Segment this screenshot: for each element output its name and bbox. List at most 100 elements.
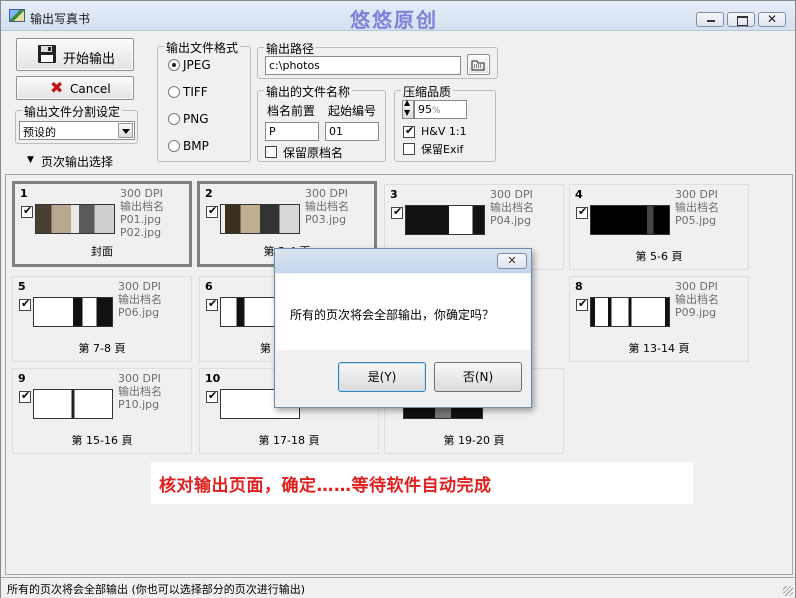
split-group: 输出文件分割设定 预设的 [15, 103, 138, 144]
page-card-1[interactable]: 1 300 DPI 输出档名 P01.jpg P02.jpg 封面 [12, 181, 192, 267]
triangle-down-icon: ▼ [27, 155, 34, 165]
page-file: P03.jpg [305, 213, 347, 226]
start-number-label: 起始编号 [328, 104, 377, 118]
page-number: 9 [18, 372, 26, 385]
output-path-group: 输出路径 c:\photos [257, 40, 498, 79]
page-card-9[interactable]: 9 300 DPI 输出档名 P10.jpg 第 15-16 頁 [12, 368, 192, 454]
page-thumbnail [590, 205, 670, 235]
page-number: 6 [205, 280, 213, 293]
page-checkbox[interactable] [576, 205, 588, 219]
page-checkbox[interactable] [576, 297, 588, 311]
format-legend: 输出文件格式 [164, 39, 241, 56]
format-label-tiff: TIFF [183, 85, 208, 99]
format-radio-bmp[interactable] [168, 140, 180, 152]
floppy-disk-icon [38, 45, 56, 63]
page-dpi: 300 DPI [120, 187, 163, 200]
page-file: P06.jpg [118, 306, 160, 319]
spin-down-icon: ▼ [404, 108, 411, 117]
browse-folder-icon [471, 60, 485, 71]
cancel-button[interactable]: ✖ Cancel [16, 76, 134, 100]
split-select[interactable]: 预设的 [19, 121, 135, 140]
prefix-input[interactable]: P [265, 122, 319, 141]
cancel-x-icon: ✖ [50, 78, 64, 97]
page-thumbnail [35, 204, 115, 234]
page-caption: 第 19-20 頁 [443, 434, 505, 447]
spin-up-icon: ▲ [404, 98, 411, 107]
maximize-icon [728, 13, 754, 26]
page-meta: 300 DPI 输出档名 P03.jpg [305, 187, 349, 226]
page-number: 3 [390, 188, 398, 201]
page-dpi: 300 DPI [490, 188, 533, 201]
page-card-5[interactable]: 5 300 DPI 输出档名 P06.jpg 第 7-8 頁 [12, 276, 192, 362]
start-number-input[interactable]: 01 [325, 122, 379, 141]
close-icon: ✕ [766, 12, 778, 26]
quality-group: 压缩品质 ▲ ▼ 95% H&V 1:1 保留Exif [394, 83, 496, 162]
page-card-8[interactable]: 8 300 DPI 输出档名 P09.jpg 第 13-14 頁 [569, 276, 749, 362]
page-file: P02.jpg [120, 226, 162, 239]
page-select-label: 页次输出选择 [41, 155, 114, 169]
app-window: 输出写真书 悠悠原创 ✕ 开始输出 ✖ Cancel 输出文件分割设定 预设的 … [0, 0, 796, 598]
page-thumbnail [405, 205, 485, 235]
page-checkbox[interactable] [206, 389, 218, 403]
page-checkbox[interactable] [19, 389, 31, 403]
page-select-toggle[interactable]: ▼ 页次输出选择 [27, 153, 137, 169]
page-thumbnail [220, 204, 300, 234]
exif-checkbox[interactable] [403, 143, 415, 155]
page-dpi: 300 DPI [118, 372, 161, 385]
quality-input[interactable]: 95% [414, 100, 467, 119]
keep-original-checkbox[interactable] [265, 146, 277, 158]
browse-folder-button[interactable] [467, 54, 490, 75]
maximize-button[interactable] [727, 12, 755, 27]
format-label-jpeg: JPEG [183, 58, 211, 72]
dialog-yes-button[interactable]: 是(Y) [338, 362, 426, 392]
quality-spinner[interactable]: ▲ ▼ [402, 98, 414, 119]
page-checkbox[interactable] [391, 205, 403, 219]
page-number: 4 [575, 188, 583, 201]
format-radio-png[interactable] [168, 113, 180, 125]
dialog-no-button[interactable]: 否(N) [434, 362, 522, 392]
confirm-dialog: ✕ 所有的页次将会全部输出，你确定吗？ 是(Y) 否(N) [274, 248, 532, 408]
page-checkbox[interactable] [206, 204, 218, 218]
page-file-label: 输出档名 [118, 293, 162, 306]
page-file: P10.jpg [118, 398, 160, 411]
hv-label: H&V 1:1 [421, 125, 467, 138]
start-output-button[interactable]: 开始输出 [16, 38, 134, 71]
annotation-text: 核对输出页面，确定……等待软件自动完成 [159, 476, 492, 496]
page-file-label: 输出档名 [118, 385, 162, 398]
format-radio-tiff[interactable] [168, 86, 180, 98]
page-meta: 300 DPI 输出档名 P09.jpg [675, 280, 719, 319]
page-number: 5 [18, 280, 26, 293]
page-checkbox[interactable] [21, 204, 33, 218]
minimize-icon [697, 13, 723, 26]
quality-unit: % [432, 106, 441, 116]
page-checkbox[interactable] [206, 297, 218, 311]
dialog-title-bar: ✕ [275, 249, 531, 273]
page-dpi: 300 DPI [675, 188, 718, 201]
split-legend: 输出文件分割设定 [22, 103, 123, 120]
dialog-close-button[interactable]: ✕ [497, 253, 527, 269]
exif-label: 保留Exif [421, 143, 464, 156]
dialog-close-icon: ✕ [507, 254, 517, 267]
app-icon [9, 9, 25, 22]
status-text: 所有的页次将会全部输出 (你也可以选择部分的页次进行输出) [7, 583, 306, 596]
page-number: 2 [205, 187, 213, 200]
page-meta: 300 DPI 输出档名 P10.jpg [118, 372, 162, 411]
page-checkbox[interactable] [19, 297, 31, 311]
quality-value: 95 [418, 103, 432, 116]
format-group: 输出文件格式 JPEG TIFF PNG BMP [157, 39, 251, 162]
dialog-message: 所有的页次将会全部输出，你确定吗？ [290, 308, 495, 322]
page-caption: 封面 [91, 245, 113, 258]
resize-grip-icon[interactable] [783, 586, 793, 596]
title-bar: 输出写真书 悠悠原创 ✕ [1, 1, 795, 32]
format-radio-jpeg[interactable] [168, 59, 180, 71]
minimize-button[interactable] [696, 12, 724, 27]
page-file: P01.jpg [120, 213, 162, 226]
page-meta: 300 DPI 输出档名 P04.jpg [490, 188, 534, 227]
page-file: P05.jpg [675, 214, 717, 227]
page-dpi: 300 DPI [305, 187, 348, 200]
output-path-input[interactable]: c:\photos [265, 56, 461, 75]
hv-checkbox[interactable] [403, 124, 415, 138]
close-button[interactable]: ✕ [758, 12, 786, 27]
page-card-4[interactable]: 4 300 DPI 输出档名 P05.jpg 第 5-6 頁 [569, 184, 749, 270]
page-meta: 300 DPI 输出档名 P06.jpg [118, 280, 162, 319]
